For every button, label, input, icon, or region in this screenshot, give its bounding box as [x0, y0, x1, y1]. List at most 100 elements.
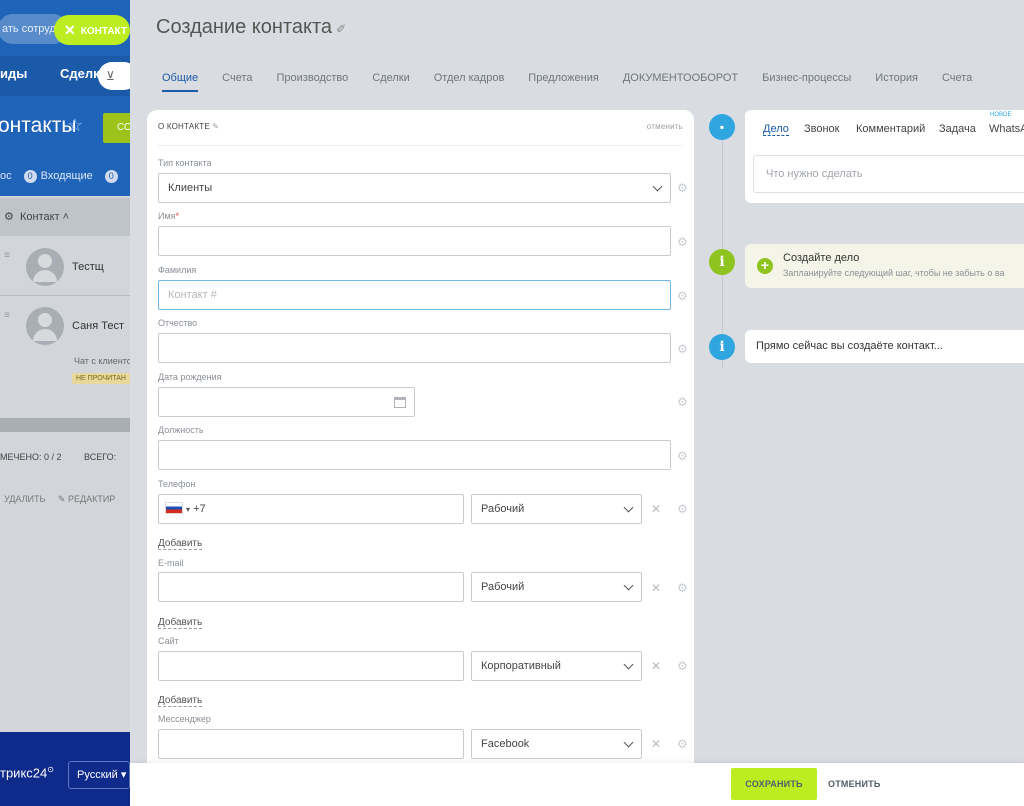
close-icon: ✕ [64, 22, 76, 38]
phone-label: Телефон [158, 479, 196, 489]
middle-name-label: Отчество [158, 318, 198, 328]
tab-documents[interactable]: ДОКУМЕНТООБОРОТ [623, 72, 738, 90]
birth-date-input[interactable] [158, 387, 415, 417]
remove-icon[interactable]: ✕ [651, 503, 661, 515]
contact-name[interactable]: Тестщ [72, 261, 104, 273]
info-icon: i [709, 249, 735, 275]
gear-icon[interactable]: ⚙ [677, 182, 688, 194]
gear-icon[interactable]: ⚙ [677, 236, 688, 248]
messenger-input[interactable] [158, 729, 464, 759]
email-label: E-mail [158, 558, 184, 568]
drag-handle-icon[interactable]: ≡ [4, 250, 10, 261]
language-selector[interactable]: Русский ▾ [68, 761, 130, 789]
tab-deals[interactable]: Сделки [372, 72, 410, 90]
site-input[interactable] [158, 651, 464, 681]
last-name-input[interactable]: Контакт # [158, 280, 671, 310]
remove-icon[interactable]: ✕ [651, 660, 661, 672]
create-activity-card[interactable]: Создайте дело Запланируйте следующий шаг… [745, 244, 1024, 288]
gear-icon[interactable]: ⚙ [677, 396, 688, 408]
tab-production[interactable]: Производство [277, 72, 349, 90]
gear-icon[interactable]: ⚙ [677, 660, 688, 672]
filter-incoming[interactable]: Входящие [41, 170, 93, 182]
delete-action[interactable]: УДАЛИТЬ [4, 494, 45, 504]
background-nav-item[interactable]: иды [0, 66, 27, 81]
russia-flag-icon[interactable] [165, 502, 183, 514]
tab-call[interactable]: Звонок [804, 123, 840, 135]
star-icon[interactable]: ☆ [67, 115, 83, 136]
tab-whatsapp[interactable]: WhatsA [989, 123, 1024, 135]
pencil-icon[interactable]: ✐ [336, 22, 346, 36]
remove-icon[interactable]: ✕ [651, 738, 661, 750]
status-badge: НЕ ПРОЧИТАН [72, 373, 130, 384]
section-title: О КОНТАКТЕ ✎ [158, 122, 220, 131]
table-row[interactable]: ≡ Тестщ [0, 236, 130, 296]
info-icon: i [709, 334, 735, 360]
phone-input[interactable]: ▾ +7 [158, 494, 464, 524]
email-type-select[interactable]: Рабочий [471, 572, 642, 602]
tab-bar: Общие Счета Производство Сделки Отдел кадров… [150, 68, 1024, 92]
tab-activity[interactable]: Дело [763, 123, 789, 136]
add-email-link[interactable]: Добавить [158, 617, 203, 629]
contact-type-select[interactable]: Клиенты [158, 173, 671, 203]
last-name-label: Фамилия [158, 265, 197, 275]
tab-invoices-2[interactable]: Счета [942, 72, 972, 90]
new-badge: НОВОЕ [990, 112, 1012, 118]
save-button[interactable]: СОХРАНИТЬ [731, 768, 817, 800]
tab-business-processes[interactable]: Бизнес-процессы [762, 72, 851, 90]
gear-icon[interactable]: ⚙ [677, 343, 688, 355]
phone-type-select[interactable]: Рабочий [471, 494, 642, 524]
drag-handle-icon[interactable]: ≡ [4, 310, 10, 321]
info-card: Прямо сейчас вы создаёте контакт... [745, 330, 1024, 363]
bulk-actions: УДАЛИТЬ ✎ РЕДАКТИР [4, 494, 115, 505]
tab-offers[interactable]: Предложения [528, 72, 599, 90]
remove-icon[interactable]: ✕ [651, 582, 661, 594]
gear-icon[interactable]: ⚙ [677, 450, 688, 462]
edit-action[interactable]: РЕДАКТИР [68, 494, 115, 504]
email-input[interactable] [158, 572, 464, 602]
create-activity-title[interactable]: Создайте дело [783, 252, 859, 264]
divider [158, 145, 683, 146]
plus-icon[interactable]: + [757, 258, 773, 274]
avatar [26, 307, 64, 345]
chevron-down-icon [623, 502, 634, 513]
position-label: Должность [158, 425, 204, 435]
gear-icon[interactable]: ⚙ [677, 290, 688, 302]
background-create-button[interactable]: СО [103, 113, 130, 143]
site-type-select[interactable]: Корпоративный [471, 651, 642, 681]
tab-invoices[interactable]: Счета [222, 72, 252, 90]
gear-icon[interactable]: ⚙ [677, 738, 688, 750]
chevron-down-icon [623, 737, 634, 748]
contact-form-card: О КОНТАКТЕ ✎ отменить Тип контакта Клиен… [147, 110, 694, 765]
middle-name-input[interactable] [158, 333, 671, 363]
tab-hr[interactable]: Отдел кадров [434, 72, 505, 90]
position-input[interactable] [158, 440, 671, 470]
background-page-title: онтакты [0, 114, 77, 137]
section-cancel-link[interactable]: отменить [647, 122, 683, 131]
bottom-action-bar [130, 763, 1024, 806]
pencil-icon[interactable]: ✎ [212, 122, 219, 131]
tab-general[interactable]: Общие [162, 72, 199, 92]
background-nav-more-button[interactable]: ⊻ [98, 62, 130, 90]
counter-badge: 0 [104, 170, 118, 183]
contact-name[interactable]: Саня Тест [72, 320, 124, 332]
add-site-link[interactable]: Добавить [158, 695, 203, 707]
name-input[interactable] [158, 226, 671, 256]
background-add-contact-button[interactable]: ✕ КОНТАКТ [54, 15, 130, 45]
gear-icon[interactable]: ⚙ [677, 503, 688, 515]
pencil-icon: ✎ [57, 494, 66, 504]
tab-task[interactable]: Задача [939, 123, 976, 135]
chevron-down-icon: ▾ [186, 505, 191, 514]
background-crm-app: ать сотруд ✕ КОНТАКТ иды Сделки ⊻ онтакты… [0, 0, 130, 806]
tab-comment[interactable]: Комментарий [856, 123, 925, 135]
cancel-button[interactable]: ОТМЕНИТЬ [828, 768, 881, 800]
tab-history[interactable]: История [875, 72, 918, 90]
gear-icon[interactable]: ⚙ [677, 582, 688, 594]
activity-input[interactable]: Что нужно сделать [753, 155, 1024, 193]
counter-badge: 0 [23, 170, 37, 183]
selection-counter: МЕЧЕНО: 0 / 2 ВСЕГО: [0, 452, 117, 462]
gear-icon[interactable]: ⚙ [4, 211, 14, 223]
calendar-icon[interactable] [394, 397, 406, 408]
messenger-type-select[interactable]: Facebook [471, 729, 642, 759]
add-phone-link[interactable]: Добавить [158, 538, 203, 550]
scrollbar[interactable] [0, 418, 130, 432]
